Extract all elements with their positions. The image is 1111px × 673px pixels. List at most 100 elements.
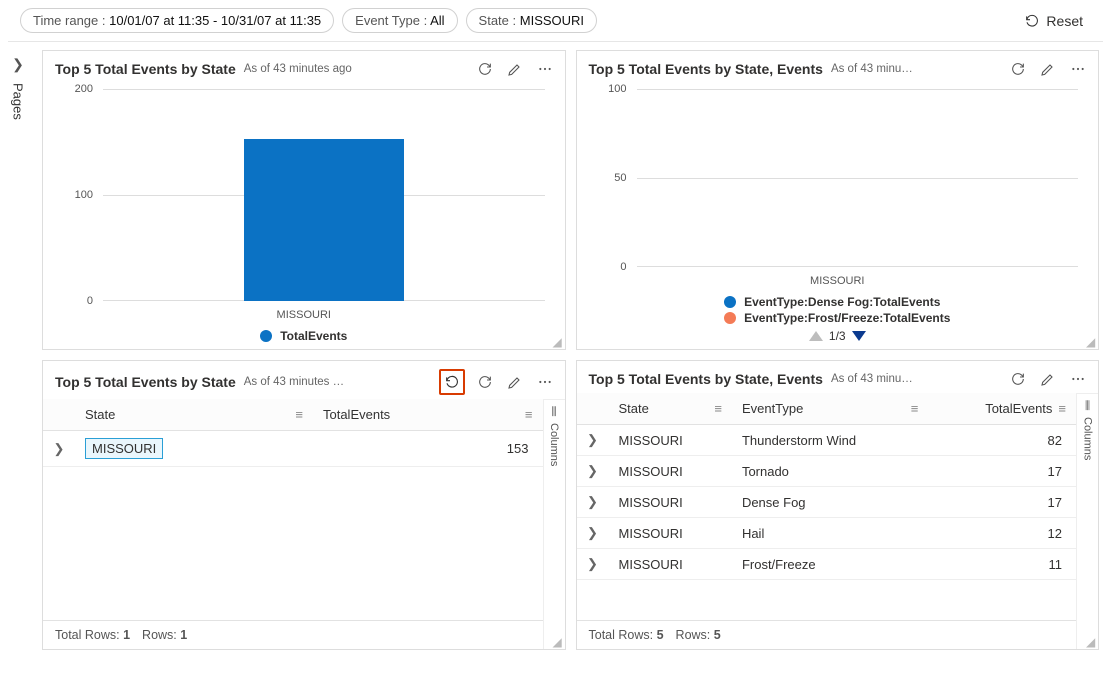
table-footer: Total Rows: 5 Rows: 5 [577, 620, 1077, 649]
resize-handle-icon[interactable]: ◢ [553, 637, 563, 647]
pencil-icon [507, 61, 523, 77]
expand-column [43, 399, 75, 431]
table-row[interactable]: ❯MISSOURIThunderstorm Wind82 [577, 425, 1077, 456]
expand-row-button[interactable]: ❯ [577, 487, 609, 518]
cell-state[interactable]: MISSOURI [609, 487, 732, 518]
resize-handle-icon[interactable]: ◢ [553, 337, 563, 347]
refresh-button[interactable] [1008, 59, 1028, 79]
legend-label: EventType:Dense Fog:TotalEvents [744, 295, 940, 309]
column-state-header[interactable]: State≡ [75, 399, 313, 431]
cell-eventtype[interactable]: Dense Fog [732, 487, 928, 518]
legend-item[interactable]: EventType:Dense Fog:TotalEvents [724, 295, 940, 309]
cell-total[interactable]: 11 [928, 549, 1076, 580]
edit-button[interactable] [505, 59, 525, 79]
table-row[interactable]: ❯MISSOURIDense Fog17 [577, 487, 1077, 518]
pencil-icon [507, 374, 523, 390]
column-state-header[interactable]: State≡ [609, 393, 732, 425]
table-row[interactable]: ❯ MISSOURI 153 [43, 431, 543, 467]
legend-item[interactable]: TotalEvents [260, 329, 347, 343]
table-footer: Total Rows: 1 Rows: 1 [43, 620, 543, 649]
cell-state[interactable]: MISSOURI [609, 549, 732, 580]
cell-state[interactable]: MISSOURI [85, 438, 163, 459]
cell-total[interactable]: 153 [313, 431, 543, 467]
pencil-icon [1040, 61, 1056, 77]
expand-row-button[interactable]: ❯ [577, 549, 609, 580]
cell-eventtype[interactable]: Frost/Freeze [732, 549, 928, 580]
state-filter[interactable]: State : MISSOURI [466, 8, 598, 33]
pages-rail[interactable]: ❯ Pages [0, 42, 36, 669]
cell-total[interactable]: 17 [928, 487, 1076, 518]
edit-button[interactable] [505, 372, 525, 392]
refresh-button[interactable] [1008, 369, 1028, 389]
refresh-button[interactable] [475, 372, 495, 392]
cell-state[interactable]: MISSOURI [609, 425, 732, 456]
tile-header: Top 5 Total Events by State As of 43 min… [43, 51, 565, 83]
expand-row-button[interactable]: ❯ [577, 518, 609, 549]
state-value: MISSOURI [520, 13, 584, 28]
table-row[interactable]: ❯MISSOURIHail12 [577, 518, 1077, 549]
revert-button[interactable] [439, 369, 465, 395]
tile-title: Top 5 Total Events by State, Events [589, 61, 823, 77]
tile-timestamp: As of 43 minutes … [244, 376, 344, 388]
data-table: State≡ EventType≡ TotalEvents≡ ❯MISSOURI… [577, 393, 1077, 580]
cell-eventtype[interactable]: Hail [732, 518, 928, 549]
columns-panel-toggle[interactable]: ⫼ Columns [543, 399, 565, 649]
table-row[interactable]: ❯MISSOURITornado17 [577, 456, 1077, 487]
dashboard-grid: Top 5 Total Events by State As of 43 min… [36, 42, 1111, 669]
bar-missouri-total[interactable] [244, 139, 404, 301]
expand-row-button[interactable]: ❯ [577, 456, 609, 487]
refresh-icon [477, 61, 493, 77]
legend-item[interactable]: EventType:Frost/Freeze:TotalEvents [724, 311, 950, 325]
y-tick: 100 [608, 83, 626, 95]
cell-state[interactable]: MISSOURI [609, 456, 732, 487]
columns-icon: ⫼ [551, 406, 556, 419]
legend-swatch [724, 296, 736, 308]
more-button[interactable] [535, 372, 555, 392]
table-row[interactable]: ❯MISSOURIFrost/Freeze11 [577, 549, 1077, 580]
columns-icon: ⫼ [1085, 400, 1090, 413]
edit-button[interactable] [1038, 59, 1058, 79]
columns-panel-toggle[interactable]: ⫼ Columns [1076, 393, 1098, 649]
column-menu-icon[interactable]: ≡ [714, 401, 722, 416]
time-range-filter[interactable]: Time range : 10/01/07 at 11:35 - 10/31/0… [20, 8, 334, 33]
tile-timestamp: As of 43 minutes ago [244, 63, 352, 75]
cell-eventtype[interactable]: Thunderstorm Wind [732, 425, 928, 456]
column-menu-icon[interactable]: ≡ [295, 407, 303, 422]
resize-handle-icon[interactable]: ◢ [1086, 637, 1096, 647]
column-total-header[interactable]: TotalEvents≡ [313, 399, 543, 431]
legend-pager: 1/3 [809, 329, 866, 343]
page-down-icon[interactable] [852, 331, 866, 341]
legend-swatch [724, 312, 736, 324]
column-eventtype-header[interactable]: EventType≡ [732, 393, 928, 425]
edit-button[interactable] [1038, 369, 1058, 389]
expand-row-button[interactable]: ❯ [43, 431, 75, 467]
tile-header: Top 5 Total Events by State, Events As o… [577, 361, 1099, 393]
column-total-header[interactable]: TotalEvents≡ [928, 393, 1076, 425]
cell-total[interactable]: 82 [928, 425, 1076, 456]
cell-eventtype[interactable]: Tornado [732, 456, 928, 487]
refresh-button[interactable] [475, 59, 495, 79]
more-button[interactable] [1068, 59, 1088, 79]
time-range-value: 10/01/07 at 11:35 - 10/31/07 at 11:35 [109, 13, 321, 28]
chevron-right-icon[interactable]: ❯ [12, 56, 24, 73]
chart-plot: 0 100 200 MISSOURI [55, 89, 553, 323]
y-tick: 200 [75, 83, 93, 95]
page-up-icon[interactable] [809, 331, 823, 341]
more-button[interactable] [1068, 369, 1088, 389]
column-menu-icon[interactable]: ≡ [525, 407, 533, 422]
more-icon [1070, 61, 1086, 77]
pages-label: Pages [11, 83, 26, 120]
y-tick: 100 [75, 189, 93, 201]
expand-row-button[interactable]: ❯ [577, 425, 609, 456]
event-type-filter[interactable]: Event Type : All [342, 8, 457, 33]
more-button[interactable] [535, 59, 555, 79]
resize-handle-icon[interactable]: ◢ [1086, 337, 1096, 347]
cell-total[interactable]: 17 [928, 456, 1076, 487]
column-menu-icon[interactable]: ≡ [1058, 401, 1066, 416]
column-menu-icon[interactable]: ≡ [911, 401, 919, 416]
state-label: State : [479, 13, 517, 28]
cell-total[interactable]: 12 [928, 518, 1076, 549]
reset-button[interactable]: Reset [1016, 9, 1091, 33]
cell-state[interactable]: MISSOURI [609, 518, 732, 549]
refresh-icon [477, 374, 493, 390]
